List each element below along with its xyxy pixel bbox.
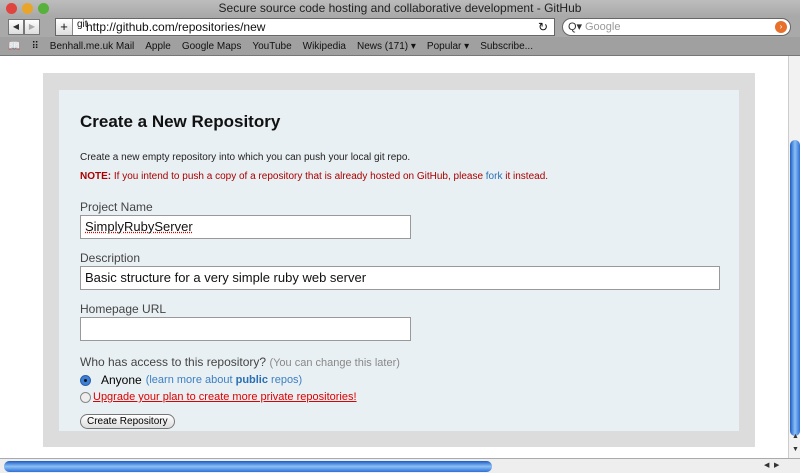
anyone-label: Anyone (101, 373, 142, 387)
bookmark-item[interactable]: YouTube (252, 37, 291, 55)
scroll-right-icon[interactable]: ▶ (774, 461, 779, 469)
favicon: git (77, 19, 88, 30)
vertical-scrollbar[interactable]: ▲ ▼ (788, 56, 800, 458)
description-label: Description (80, 251, 141, 265)
project-name-input[interactable]: SimplyRubyServer (80, 215, 411, 239)
horizontal-scroll-thumb[interactable] (4, 461, 492, 472)
bookmark-item[interactable]: Wikipedia (303, 37, 346, 55)
vertical-scroll-thumb[interactable] (790, 140, 800, 436)
access-question: Who has access to this repository? (You … (80, 355, 718, 369)
bookmarks-bar: 📖 ⠿ Benhall.me.uk Mail Apple Google Maps… (0, 37, 800, 56)
bookmarks-book-icon[interactable]: 📖 (8, 37, 20, 55)
learn-pre: (learn more about (145, 374, 236, 386)
minimize-button[interactable] (22, 3, 33, 14)
project-name-value: SimplyRubyServer (85, 219, 193, 234)
private-radio[interactable] (80, 391, 91, 403)
scroll-up-icon[interactable]: ▲ (792, 433, 799, 440)
forward-button[interactable]: ▶ (24, 19, 40, 35)
create-repository-button[interactable]: Create Repository (80, 414, 175, 429)
access-anyone-option[interactable]: Anyone (learn more about public repos) (80, 373, 718, 387)
top-sites-grid-icon[interactable]: ⠿ (31, 37, 38, 55)
page-content: Create a New Repository Create a new emp… (0, 56, 788, 458)
bookmark-item[interactable]: Benhall.me.uk Mail (50, 37, 134, 55)
access-hint: (You can change this later) (269, 357, 400, 369)
note-body: If you intend to push a copy of a reposi… (111, 171, 486, 182)
form-container: Create a New Repository Create a new emp… (43, 73, 755, 447)
project-name-label: Project Name (80, 200, 153, 214)
search-placeholder: Google (585, 21, 621, 33)
access-question-text: Who has access to this repository? (80, 355, 267, 369)
scroll-down-icon[interactable]: ▼ (792, 446, 799, 453)
add-bookmark-button[interactable]: + (56, 19, 73, 35)
intro-text: Create a new empty repository into which… (80, 152, 411, 163)
bookmark-item[interactable]: Google Maps (182, 37, 241, 55)
note-text: NOTE: If you intend to push a copy of a … (80, 171, 718, 182)
form-panel: Create a New Repository Create a new emp… (59, 90, 739, 431)
address-bar[interactable]: + git http://github.com/repositories/new… (55, 18, 555, 36)
url-text: http://github.com/repositories/new (86, 20, 266, 34)
back-button[interactable]: ◀ (8, 19, 24, 35)
learn-bold: public (235, 374, 268, 386)
window-title: Secure source code hosting and collabora… (218, 1, 582, 15)
page-title: Create a New Repository (80, 112, 281, 131)
description-input[interactable]: Basic structure for a very simple ruby w… (80, 266, 720, 290)
homepage-url-label: Homepage URL (80, 302, 167, 316)
bookmark-item[interactable]: News (171) ▾ (357, 37, 416, 55)
bookmark-item[interactable]: Popular ▾ (427, 37, 469, 55)
search-go-icon[interactable]: › (775, 21, 787, 33)
window-titlebar: Secure source code hosting and collabora… (0, 0, 800, 17)
learn-more-link[interactable]: (learn more about public repos) (146, 374, 303, 386)
upgrade-plan-link[interactable]: Upgrade your plan to create more private… (93, 391, 357, 403)
bookmark-item[interactable]: Subscribe... (480, 37, 533, 55)
learn-post: repos) (267, 374, 303, 386)
homepage-url-input[interactable] (80, 317, 411, 341)
horizontal-scrollbar[interactable]: ◀ ▶ (0, 458, 800, 473)
bookmark-item[interactable]: Apple (145, 37, 171, 55)
search-input[interactable]: Q▾ Google › (562, 18, 791, 36)
scroll-left-icon[interactable]: ◀ (764, 461, 769, 469)
anyone-radio[interactable] (80, 374, 91, 386)
fork-link[interactable]: fork (486, 171, 503, 182)
reload-icon[interactable]: ↻ (538, 19, 548, 35)
browser-toolbar: ◀ ▶ + git http://github.com/repositories… (0, 17, 800, 37)
search-icon[interactable]: Q▾ (568, 19, 582, 35)
zoom-button[interactable] (38, 3, 49, 14)
access-private-option[interactable]: Upgrade your plan to create more private… (80, 391, 718, 403)
close-button[interactable] (6, 3, 17, 14)
note-label: NOTE: (80, 171, 112, 182)
note-end: it instead. (502, 171, 549, 182)
window-controls (6, 3, 49, 14)
